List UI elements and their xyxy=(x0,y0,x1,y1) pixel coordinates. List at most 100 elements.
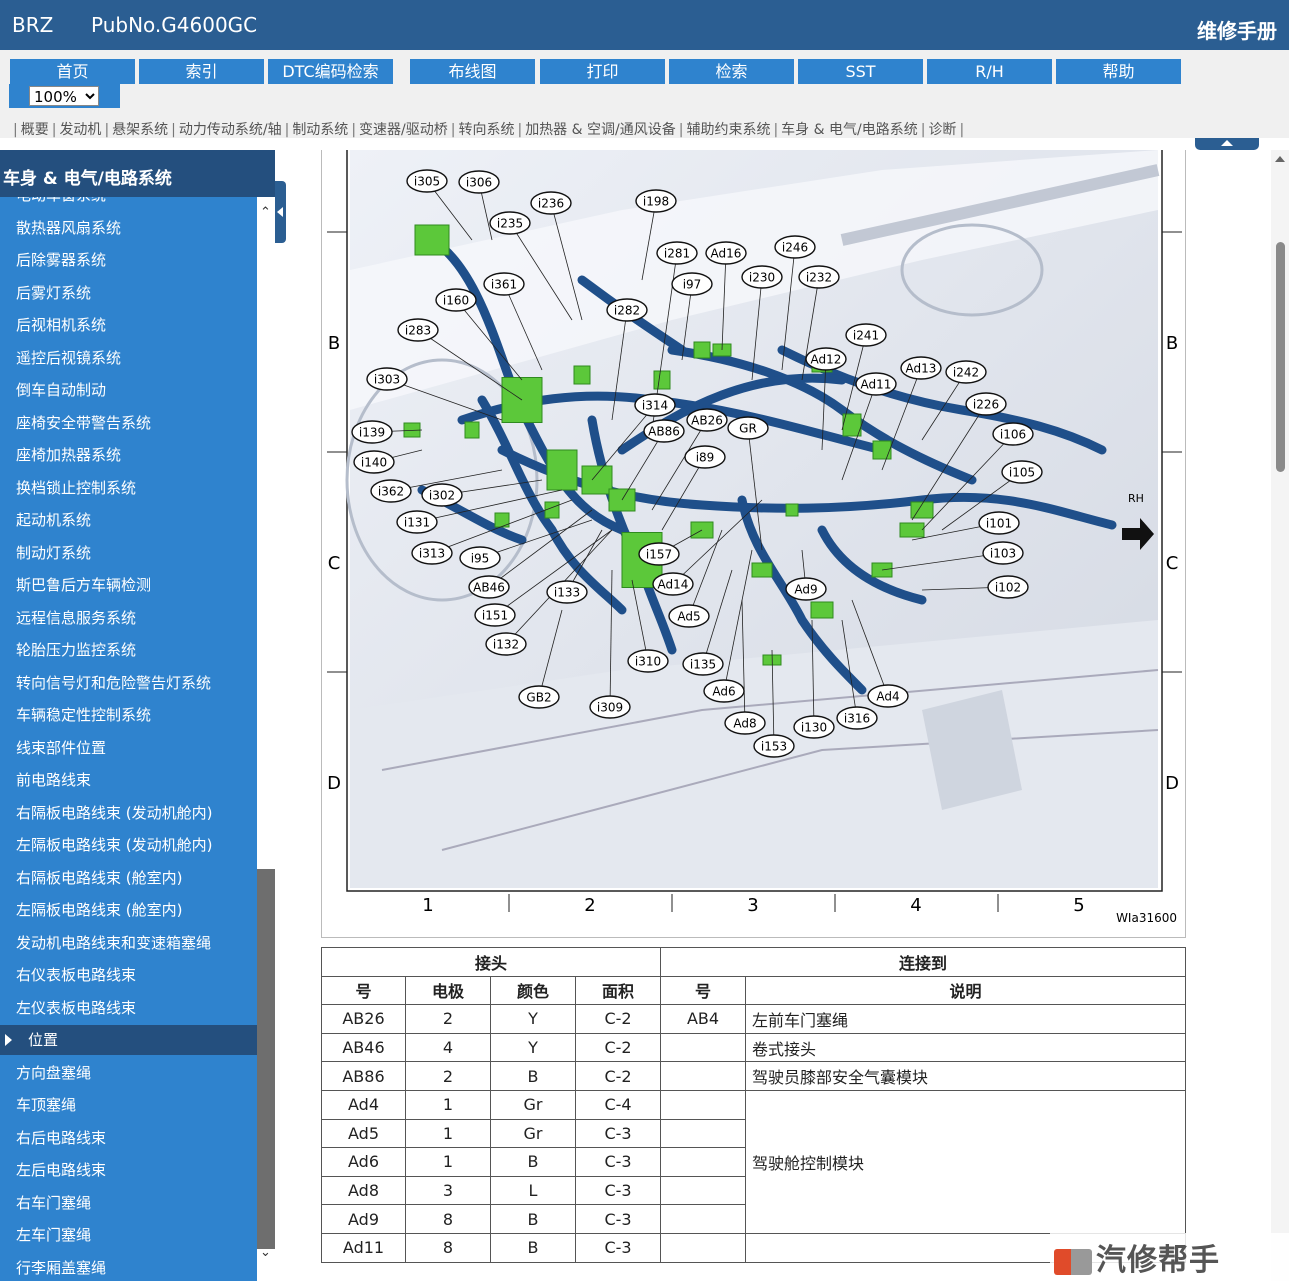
connector-callout[interactable]: Ad8 xyxy=(724,711,766,735)
sidebar-item[interactable]: 右后电路线束 xyxy=(0,1123,257,1153)
nav-help-button[interactable]: 帮助 xyxy=(1056,59,1181,84)
chevron-down-icon[interactable]: ⌄ xyxy=(260,1246,272,1259)
sidebar-item[interactable]: 右隔板电路线束 (发动机舱内) xyxy=(0,798,257,828)
connector-callout[interactable]: i305 xyxy=(406,169,448,193)
sidebar-item[interactable]: 左车门塞绳 xyxy=(0,1220,257,1250)
sidebar-item[interactable]: 后视相机系统 xyxy=(0,310,257,340)
cell-number[interactable]: AB86 xyxy=(321,1061,406,1091)
category-link[interactable]: 诊断 xyxy=(928,122,956,138)
connector-callout[interactable]: i302 xyxy=(421,483,463,507)
category-link[interactable]: 制动系统 xyxy=(292,122,348,138)
category-link[interactable]: 辅助约束系统 xyxy=(686,122,770,138)
sidebar-item[interactable]: 左后电路线束 xyxy=(0,1155,257,1185)
cell-number[interactable]: AB26 xyxy=(321,1004,406,1034)
connector-callout[interactable]: i160 xyxy=(435,288,477,312)
cell-number[interactable]: Ad6 xyxy=(321,1147,406,1177)
connector-callout[interactable]: i283 xyxy=(397,318,439,342)
nav-search-button[interactable]: 检索 xyxy=(669,59,794,84)
sidebar-item[interactable]: 线束部件位置 xyxy=(0,733,257,763)
sidebar-item[interactable]: 右车门塞绳 xyxy=(0,1188,257,1218)
connector-callout[interactable]: AB46 xyxy=(468,575,510,599)
connector-callout[interactable]: i139 xyxy=(351,420,393,444)
cell-number[interactable]: Ad5 xyxy=(321,1118,406,1149)
connector-callout[interactable]: GB2 xyxy=(518,685,560,709)
connector-callout[interactable]: Ad16 xyxy=(705,241,747,265)
nav-home-button[interactable]: 首页 xyxy=(10,59,135,84)
connector-callout[interactable]: i89 xyxy=(684,445,726,469)
connector-callout[interactable]: i246 xyxy=(774,235,816,259)
nav-sst-button[interactable]: SST xyxy=(798,59,923,84)
zoom-select[interactable]: 100% xyxy=(29,86,99,106)
connector-callout[interactable]: GR xyxy=(727,416,769,440)
sidebar-item[interactable]: 后除雾器系统 xyxy=(0,245,257,275)
scroll-top-tab[interactable] xyxy=(1195,138,1259,150)
connector-callout[interactable]: i362 xyxy=(370,479,412,503)
connector-callout[interactable]: i157 xyxy=(638,542,680,566)
sidebar-item[interactable]: 发动机电路线束和变速箱塞绳 xyxy=(0,928,257,958)
connector-callout[interactable]: Ad11 xyxy=(855,372,897,396)
cell-number[interactable]: AB46 xyxy=(321,1032,406,1063)
connector-callout[interactable]: i140 xyxy=(353,450,395,474)
cell-number[interactable]: Ad8 xyxy=(321,1175,406,1206)
connector-callout[interactable]: i135 xyxy=(682,652,724,676)
connector-callout[interactable]: i130 xyxy=(793,715,835,739)
page-scrollbar[interactable] xyxy=(1271,150,1289,1281)
connector-callout[interactable]: i153 xyxy=(753,734,795,758)
connector-callout[interactable]: i198 xyxy=(635,189,677,213)
cell-number[interactable]: Ad9 xyxy=(321,1204,406,1234)
connector-callout[interactable]: i361 xyxy=(483,272,525,296)
sidebar-item[interactable]: 行李厢盖塞绳 xyxy=(0,1253,257,1281)
connector-callout[interactable]: i103 xyxy=(982,541,1024,565)
cell-number[interactable]: Ad11 xyxy=(321,1232,406,1263)
sidebar-item[interactable]: 起动机系统 xyxy=(0,505,257,535)
connector-callout[interactable]: i313 xyxy=(411,541,453,565)
scroll-up-icon[interactable] xyxy=(1275,156,1285,162)
nav-wiring-button[interactable]: 布线图 xyxy=(410,59,535,84)
page-scroll-thumb[interactable] xyxy=(1276,242,1285,472)
category-link[interactable]: 发动机 xyxy=(59,122,101,138)
sidebar-item[interactable]: 位置 xyxy=(0,1025,257,1055)
connector-callout[interactable]: AB86 xyxy=(643,419,685,443)
connector-callout[interactable]: i97 xyxy=(671,272,713,296)
connector-callout[interactable]: i106 xyxy=(992,422,1034,446)
sidebar-item[interactable]: 倒车自动制动 xyxy=(0,375,257,405)
sidebar-scroll-thumb[interactable] xyxy=(257,869,275,1249)
sidebar-item[interactable]: 左隔板电路线束 (舱室内) xyxy=(0,895,257,925)
category-link[interactable]: 悬架系统 xyxy=(112,122,168,138)
nav-index-button[interactable]: 索引 xyxy=(139,59,264,84)
sidebar-collapse-button[interactable] xyxy=(275,181,286,243)
connector-callout[interactable]: Ad9 xyxy=(785,577,827,601)
category-link[interactable]: 车身 & 电气/电路系统 xyxy=(781,122,918,138)
cell-to-number[interactable]: AB4 xyxy=(660,1004,746,1034)
category-link[interactable]: 动力传动系统/轴 xyxy=(179,122,282,138)
connector-callout[interactable]: i131 xyxy=(396,510,438,534)
connector-callout[interactable]: i101 xyxy=(978,511,1020,535)
sidebar-item[interactable]: 车辆稳定性控制系统 xyxy=(0,700,257,730)
category-link[interactable]: 概要 xyxy=(21,122,49,138)
sidebar-item[interactable]: 方向盘塞绳 xyxy=(0,1058,257,1088)
sidebar-scrollbar[interactable]: ⌃ ⌄ xyxy=(257,197,275,1281)
connector-callout[interactable]: i282 xyxy=(606,298,648,322)
connector-callout[interactable]: i132 xyxy=(485,632,527,656)
category-link[interactable]: 转向系统 xyxy=(458,122,514,138)
connector-callout[interactable]: i236 xyxy=(530,191,572,215)
connector-callout[interactable]: i281 xyxy=(656,241,698,265)
connector-callout[interactable]: i310 xyxy=(627,649,669,673)
connector-callout[interactable]: i95 xyxy=(459,546,501,570)
sidebar-item[interactable]: 制动灯系统 xyxy=(0,538,257,568)
nav-print-button[interactable]: 打印 xyxy=(540,59,665,84)
connector-callout[interactable]: Ad5 xyxy=(668,604,710,628)
connector-callout[interactable]: Ad4 xyxy=(867,684,909,708)
connector-callout[interactable]: i235 xyxy=(489,211,531,235)
sidebar-item[interactable]: 散热器风扇系统 xyxy=(0,213,257,243)
sidebar-item[interactable]: 座椅安全带警告系统 xyxy=(0,408,257,438)
sidebar-item[interactable]: 换档锁止控制系统 xyxy=(0,473,257,503)
sidebar-item[interactable]: 座椅加热器系统 xyxy=(0,440,257,470)
sidebar-item[interactable]: 左隔板电路线束 (发动机舱内) xyxy=(0,830,257,860)
sidebar-item[interactable]: 电动车窗系统 xyxy=(0,197,257,210)
cell-number[interactable]: Ad4 xyxy=(321,1089,406,1120)
connector-callout[interactable]: i309 xyxy=(589,695,631,719)
connector-callout[interactable]: i242 xyxy=(945,360,987,384)
sidebar-item[interactable]: 右仪表板电路线束 xyxy=(0,960,257,990)
nav-dtc-search-button[interactable]: DTC编码检索 xyxy=(268,59,393,84)
